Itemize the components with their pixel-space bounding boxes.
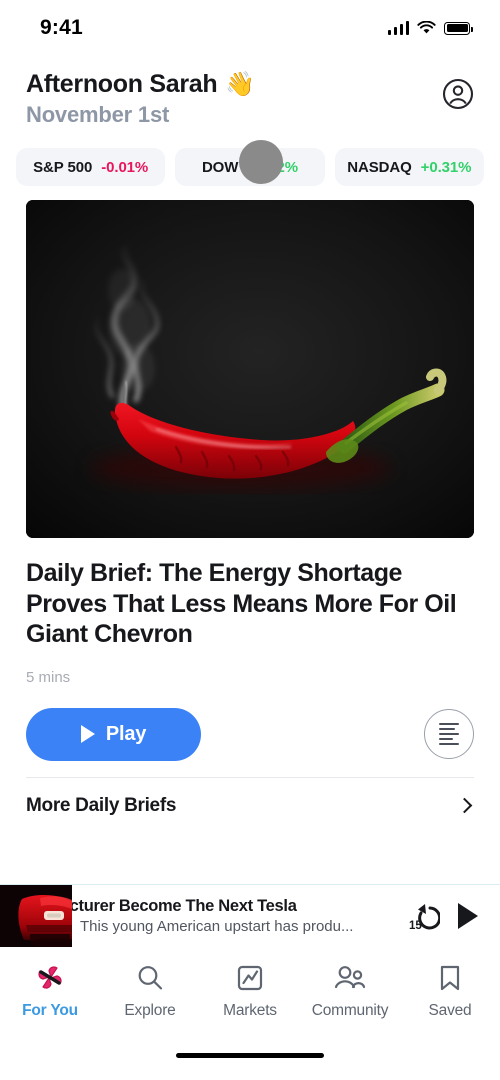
home-indicator bbox=[176, 1052, 324, 1058]
header-date: November 1st bbox=[26, 102, 170, 127]
ticker-change: -0.01% bbox=[101, 158, 149, 176]
cellular-signal-icon bbox=[387, 21, 409, 35]
wifi-icon bbox=[417, 21, 436, 34]
battery-full-icon bbox=[444, 21, 473, 35]
tab-explore[interactable]: Explore bbox=[100, 961, 200, 1020]
mini-player-text: nufacturer Become The Next Tesla This yo… bbox=[72, 897, 408, 935]
ticker-name: DOW bbox=[201, 158, 239, 176]
article-duration: 5 mins bbox=[26, 668, 71, 686]
account-circle-icon bbox=[442, 78, 474, 110]
tab-label: For You bbox=[22, 1002, 78, 1019]
rewind-15-button[interactable]: 15 bbox=[408, 900, 440, 932]
transcript-lines-icon bbox=[439, 722, 459, 746]
search-icon bbox=[135, 961, 165, 995]
cursor-pointer bbox=[239, 140, 283, 184]
tab-label: Saved bbox=[428, 1002, 472, 1019]
play-button[interactable]: Play bbox=[26, 707, 201, 761]
mini-player-controls: 15 bbox=[408, 900, 500, 932]
status-icons bbox=[387, 21, 473, 35]
account-button[interactable] bbox=[442, 78, 474, 115]
chart-square-icon bbox=[235, 961, 265, 995]
article-block: Daily Brief: The Energy Shortage Proves … bbox=[0, 538, 500, 686]
status-bar: 9:41 bbox=[0, 0, 500, 56]
more-daily-briefs-label: More Daily Briefs bbox=[26, 794, 177, 816]
ticker-chip-sp500[interactable]: S&P 500 -0.01% bbox=[16, 148, 166, 186]
red-car-thumbnail bbox=[0, 884, 72, 948]
tab-for-you[interactable]: For You bbox=[0, 961, 100, 1020]
people-icon bbox=[333, 961, 367, 995]
ticker-name: S&P 500 bbox=[33, 158, 93, 176]
mini-player-play-button[interactable] bbox=[458, 903, 478, 929]
transcript-button[interactable] bbox=[424, 709, 474, 759]
mini-player-thumbnail[interactable] bbox=[0, 884, 72, 948]
play-triangle-icon bbox=[80, 725, 95, 743]
mini-player-title: nufacturer Become The Next Tesla bbox=[72, 897, 297, 915]
ticker-chip-nasdaq[interactable]: NASDAQ +0.31% bbox=[334, 148, 484, 186]
chili-pepper-illustration bbox=[26, 200, 474, 538]
mini-player-subtitle: This young American upstart has produ... bbox=[80, 918, 354, 935]
greeting-block: Afternoon Sarah 👋 November 1st bbox=[26, 70, 255, 128]
tab-community[interactable]: Community bbox=[300, 961, 400, 1020]
tab-label: Markets bbox=[223, 1002, 277, 1019]
tab-markets[interactable]: Markets bbox=[200, 961, 300, 1020]
mini-player[interactable]: nufacturer Become The Next Tesla This yo… bbox=[0, 884, 500, 948]
market-ticker-row: S&P 500 -0.01% DOW +0.12% NASDAQ +0.31% bbox=[0, 140, 500, 200]
pinwheel-icon bbox=[34, 961, 66, 995]
page-title: Afternoon Sarah bbox=[26, 70, 218, 98]
greeting-line: Afternoon Sarah 👋 bbox=[26, 70, 255, 99]
tab-label: Community bbox=[311, 1002, 389, 1019]
chevron-right-icon bbox=[456, 797, 473, 814]
wave-emoji-icon: 👋 bbox=[225, 70, 256, 98]
bookmark-icon bbox=[437, 961, 463, 995]
status-time: 9:41 bbox=[40, 16, 83, 39]
ticker-change: +0.31% bbox=[420, 158, 472, 176]
more-daily-briefs-row[interactable]: More Daily Briefs bbox=[26, 776, 474, 817]
tab-saved[interactable]: Saved bbox=[400, 961, 500, 1020]
article-actions: Play bbox=[0, 686, 500, 761]
play-button-label: Play bbox=[105, 722, 147, 745]
tab-label: Explore bbox=[124, 1002, 176, 1019]
article-hero-image[interactable] bbox=[26, 200, 474, 538]
article-title[interactable]: Daily Brief: The Energy Shortage Proves … bbox=[26, 558, 474, 650]
ticker-name: NASDAQ bbox=[347, 158, 412, 176]
rewind-seconds-label: 15 bbox=[409, 920, 422, 932]
page-header: Afternoon Sarah 👋 November 1st bbox=[0, 56, 500, 140]
bottom-tab-bar: For You Explore Markets Community Saved bbox=[0, 947, 500, 1080]
